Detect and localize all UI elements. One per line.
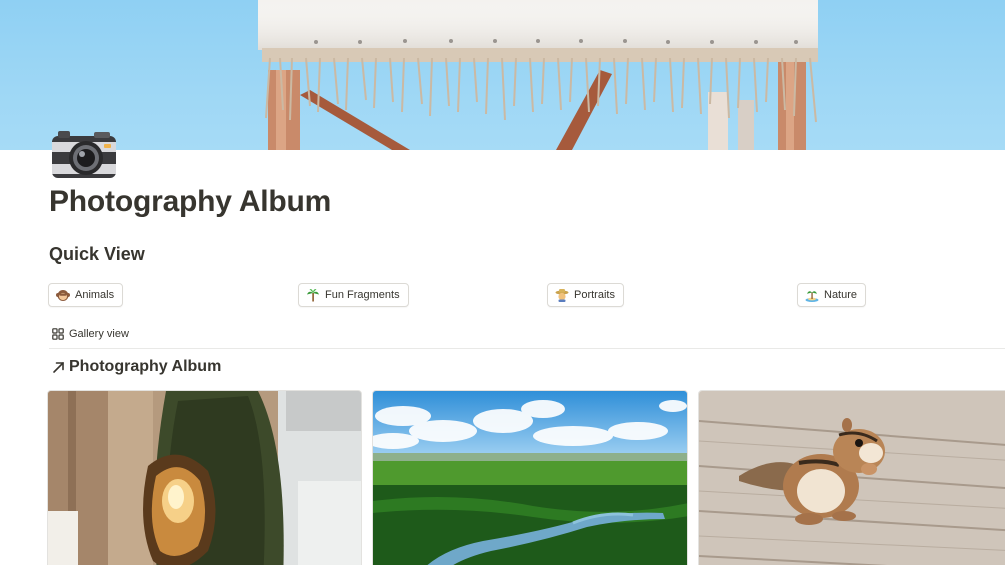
- chipmunk-photo: [699, 391, 1005, 565]
- arrow-up-right-icon: [52, 361, 65, 374]
- portraits-label: Portraits: [574, 289, 615, 301]
- nature-link-button[interactable]: Nature: [797, 283, 867, 307]
- nature-label: Nature: [824, 289, 858, 301]
- camera-icon[interactable]: [50, 128, 118, 180]
- animals-link-button[interactable]: Animals: [48, 283, 124, 307]
- river-landscape-photo: [373, 391, 687, 565]
- database-title: Photography Album: [69, 358, 222, 375]
- gallery-card[interactable]: [372, 390, 688, 565]
- gallery-card[interactable]: [698, 390, 1005, 565]
- tree-stump-photo: [48, 391, 361, 565]
- cover-image[interactable]: [0, 0, 1005, 150]
- gallery-view-tab[interactable]: Gallery view: [52, 324, 129, 344]
- fun-fragments-label: Fun Fragments: [325, 289, 400, 301]
- gallery-view-label: Gallery view: [69, 328, 129, 340]
- portraits-link-button[interactable]: Portraits: [547, 283, 624, 307]
- page-title[interactable]: Photography Album: [49, 185, 331, 219]
- island-icon: [805, 288, 819, 302]
- fun-fragments-link-button[interactable]: Fun Fragments: [298, 283, 409, 307]
- farmer-icon: [555, 288, 569, 302]
- gallery-card[interactable]: [47, 390, 362, 565]
- notion-page: Photography Album Quick View Animals Fun…: [0, 0, 1005, 565]
- view-divider: [49, 348, 1005, 349]
- quick-view-heading: Quick View: [49, 244, 145, 264]
- database-title-link[interactable]: Photography Album: [52, 356, 221, 378]
- animals-label: Animals: [75, 289, 115, 301]
- cover-canopy-illustration: [258, 0, 818, 150]
- palm-tree-icon: [306, 288, 320, 302]
- gallery-grid-icon: [52, 328, 64, 340]
- monkey-icon: [56, 288, 70, 302]
